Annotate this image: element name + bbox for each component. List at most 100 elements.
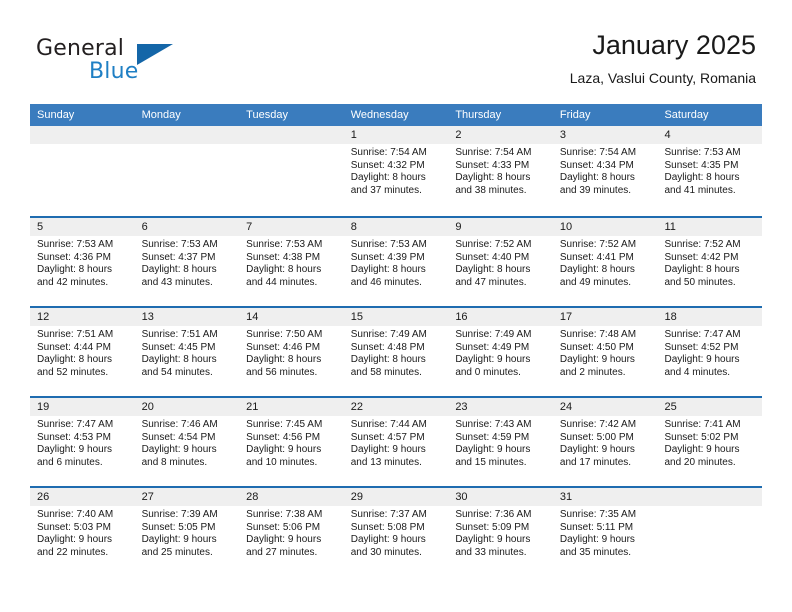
day-daylight2-text: and 30 minutes. (350, 546, 422, 558)
day-sunrise-text: Sunrise: 7:49 AM (455, 329, 532, 340)
day-sunrise-text: Sunrise: 7:51 AM (141, 329, 218, 340)
day-sunset-text: Sunset: 5:06 PM (246, 521, 321, 533)
day-sunrise-text: Sunrise: 7:44 AM (350, 419, 427, 430)
day-sun-info: Sunrise: 7:49 AM Sunset: 4:49 PM Daylight:… (448, 326, 553, 379)
day-cell[interactable]: 26 Sunrise: 7:40 AM Sunset: 5:03 PM Dayligh… (30, 488, 135, 576)
day-cell[interactable]: 4 Sunrise: 7:53 AM Sunset: 4:35 PM Daylight… (657, 126, 763, 216)
day-sunset-text: Sunset: 5:03 PM (37, 521, 111, 533)
day-daylight2-text: and 10 minutes. (246, 456, 318, 468)
day-sunrise-text: Sunrise: 7:53 AM (141, 239, 218, 250)
day-sunset-text: Sunset: 4:34 PM (559, 159, 634, 171)
day-cell[interactable]: 25 Sunrise: 7:41 AM Sunset: 5:02 PM Dayligh… (657, 398, 763, 486)
day-daylight1-text: Daylight: 9 hours (350, 534, 426, 546)
day-sunrise-text: Sunrise: 7:51 AM (37, 329, 114, 340)
day-cell[interactable]: 14 Sunrise: 7:50 AM Sunset: 4:46 PM Dayligh… (239, 308, 344, 396)
day-daylight1-text: Daylight: 8 hours (559, 172, 635, 184)
day-cell[interactable]: 22 Sunrise: 7:44 AM Sunset: 4:57 PM Dayligh… (343, 398, 449, 486)
day-sunrise-text: Sunrise: 7:52 AM (559, 239, 637, 250)
day-sun-info: Sunrise: 7:50 AM Sunset: 4:46 PM Daylight:… (239, 326, 344, 379)
day-sunset-text: Sunset: 5:11 PM (559, 521, 634, 533)
day-cell[interactable]: 11 Sunrise: 7:52 AM Sunset: 4:42 PM Dayligh… (657, 218, 763, 306)
day-cell[interactable]: 16 Sunrise: 7:49 AM Sunset: 4:49 PM Dayligh… (448, 308, 553, 396)
day-sunrise-text: Sunrise: 7:45 AM (246, 419, 323, 430)
calendar-page: General Blue January 2025 Laza, Vaslui C… (0, 0, 792, 612)
day-sunrise-text: Sunrise: 7:53 AM (246, 239, 323, 250)
day-cell[interactable]: 23 Sunrise: 7:43 AM Sunset: 4:59 PM Dayligh… (448, 398, 553, 486)
day-sun-info: Sunrise: 7:39 AM Sunset: 5:05 PM Daylight:… (135, 506, 240, 559)
day-cell-empty (657, 488, 763, 576)
day-sun-info: Sunrise: 7:53 AM Sunset: 4:37 PM Daylight:… (135, 236, 240, 289)
day-cell[interactable]: 21 Sunrise: 7:45 AM Sunset: 4:56 PM Dayligh… (239, 398, 344, 486)
day-sun-info: Sunrise: 7:51 AM Sunset: 4:45 PM Daylight:… (135, 326, 240, 379)
day-sun-info: Sunrise: 7:49 AM Sunset: 4:48 PM Daylight:… (344, 326, 449, 379)
day-sun-info: Sunrise: 7:47 AM Sunset: 4:52 PM Daylight:… (657, 326, 762, 379)
day-sunrise-text: Sunrise: 7:47 AM (664, 329, 741, 340)
day-sunset-text: Sunset: 4:48 PM (350, 341, 425, 353)
day-cell-empty (239, 126, 344, 216)
day-cell[interactable]: 24 Sunrise: 7:42 AM Sunset: 5:00 PM Dayligh… (552, 398, 658, 486)
day-daylight1-text: Daylight: 8 hours (141, 354, 217, 366)
day-sun-info: Sunrise: 7:53 AM Sunset: 4:36 PM Daylight:… (30, 236, 135, 289)
day-daylight1-text: Daylight: 8 hours (350, 354, 426, 366)
day-daylight2-text: and 2 minutes. (559, 366, 626, 378)
day-cell[interactable]: 18 Sunrise: 7:47 AM Sunset: 4:52 PM Dayligh… (657, 308, 763, 396)
day-daylight2-text: and 27 minutes. (246, 546, 318, 558)
day-number: 17 (552, 308, 658, 326)
day-cell[interactable]: 6 Sunrise: 7:53 AM Sunset: 4:37 PM Daylight… (134, 218, 240, 306)
day-sunset-text: Sunset: 5:08 PM (350, 521, 425, 533)
day-daylight1-text: Daylight: 8 hours (37, 264, 113, 276)
calendar-grid: Sunday Monday Tuesday Wednesday Thursday Frid… (30, 104, 763, 576)
day-daylight2-text: and 25 minutes. (141, 546, 213, 558)
day-number (134, 126, 240, 144)
day-cell[interactable]: 31 Sunrise: 7:35 AM Sunset: 5:11 PM Dayligh… (552, 488, 658, 576)
logo-triangle-icon (137, 44, 173, 65)
logo-text-general: General (36, 36, 125, 61)
day-number: 18 (657, 308, 763, 326)
day-daylight1-text: Daylight: 9 hours (664, 444, 740, 456)
day-cell[interactable]: 28 Sunrise: 7:38 AM Sunset: 5:06 PM Dayligh… (239, 488, 344, 576)
day-number: 14 (239, 308, 344, 326)
day-cell[interactable]: 27 Sunrise: 7:39 AM Sunset: 5:05 PM Dayligh… (134, 488, 240, 576)
day-cell[interactable]: 3 Sunrise: 7:54 AM Sunset: 4:34 PM Daylight… (552, 126, 658, 216)
day-cell[interactable]: 19 Sunrise: 7:47 AM Sunset: 4:53 PM Dayligh… (30, 398, 135, 486)
day-cell[interactable]: 5 Sunrise: 7:53 AM Sunset: 4:36 PM Daylight… (30, 218, 135, 306)
day-sunrise-text: Sunrise: 7:53 AM (664, 147, 741, 158)
day-daylight2-text: and 39 minutes. (559, 184, 632, 196)
day-daylight1-text: Daylight: 8 hours (664, 172, 740, 184)
day-cell[interactable]: 12 Sunrise: 7:51 AM Sunset: 4:44 PM Dayligh… (30, 308, 135, 396)
day-number: 21 (239, 398, 344, 416)
day-cell[interactable]: 9 Sunrise: 7:52 AM Sunset: 4:40 PM Daylight… (448, 218, 553, 306)
day-cell[interactable]: 20 Sunrise: 7:46 AM Sunset: 4:54 PM Dayligh… (134, 398, 240, 486)
day-sunrise-text: Sunrise: 7:48 AM (559, 329, 637, 340)
day-sunrise-text: Sunrise: 7:40 AM (37, 509, 114, 520)
day-sun-info: Sunrise: 7:42 AM Sunset: 5:00 PM Daylight:… (553, 416, 658, 469)
day-cell[interactable]: 7 Sunrise: 7:53 AM Sunset: 4:38 PM Daylight… (239, 218, 344, 306)
day-cell[interactable]: 2 Sunrise: 7:54 AM Sunset: 4:33 PM Daylight… (448, 126, 553, 216)
weekday-header-sunday: Sunday (37, 109, 75, 121)
title-block: January 2025 Laza, Vaslui County, Romani… (570, 28, 756, 87)
day-number: 6 (134, 218, 240, 236)
day-cell[interactable]: 29 Sunrise: 7:37 AM Sunset: 5:08 PM Dayligh… (343, 488, 449, 576)
day-cell[interactable]: 10 Sunrise: 7:52 AM Sunset: 4:41 PM Dayligh… (552, 218, 658, 306)
day-cell[interactable]: 13 Sunrise: 7:51 AM Sunset: 4:45 PM Dayligh… (134, 308, 240, 396)
day-sun-info: Sunrise: 7:54 AM Sunset: 4:34 PM Daylight:… (553, 144, 658, 197)
day-cell[interactable]: 17 Sunrise: 7:48 AM Sunset: 4:50 PM Dayligh… (552, 308, 658, 396)
day-daylight2-text: and 41 minutes. (664, 184, 736, 196)
day-cell[interactable]: 1 Sunrise: 7:54 AM Sunset: 4:32 PM Daylight… (343, 126, 449, 216)
day-daylight2-text: and 43 minutes. (141, 276, 213, 288)
general-blue-logo[interactable]: General Blue (36, 36, 216, 88)
day-number: 13 (134, 308, 240, 326)
day-cell[interactable]: 8 Sunrise: 7:53 AM Sunset: 4:39 PM Daylight… (343, 218, 449, 306)
day-daylight1-text: Daylight: 9 hours (455, 354, 531, 366)
day-sunrise-text: Sunrise: 7:35 AM (559, 509, 637, 520)
day-number: 4 (657, 126, 763, 144)
day-sunrise-text: Sunrise: 7:54 AM (455, 147, 532, 158)
day-sun-info: Sunrise: 7:40 AM Sunset: 5:03 PM Daylight:… (30, 506, 135, 559)
day-cell[interactable]: 15 Sunrise: 7:49 AM Sunset: 4:48 PM Dayligh… (343, 308, 449, 396)
day-sunset-text: Sunset: 4:45 PM (141, 341, 216, 353)
day-sun-info: Sunrise: 7:53 AM Sunset: 4:35 PM Daylight:… (657, 144, 762, 197)
day-sunrise-text: Sunrise: 7:36 AM (455, 509, 532, 520)
day-sun-info: Sunrise: 7:47 AM Sunset: 4:53 PM Daylight:… (30, 416, 135, 469)
day-cell[interactable]: 30 Sunrise: 7:36 AM Sunset: 5:09 PM Dayligh… (448, 488, 553, 576)
day-number: 1 (343, 126, 449, 144)
